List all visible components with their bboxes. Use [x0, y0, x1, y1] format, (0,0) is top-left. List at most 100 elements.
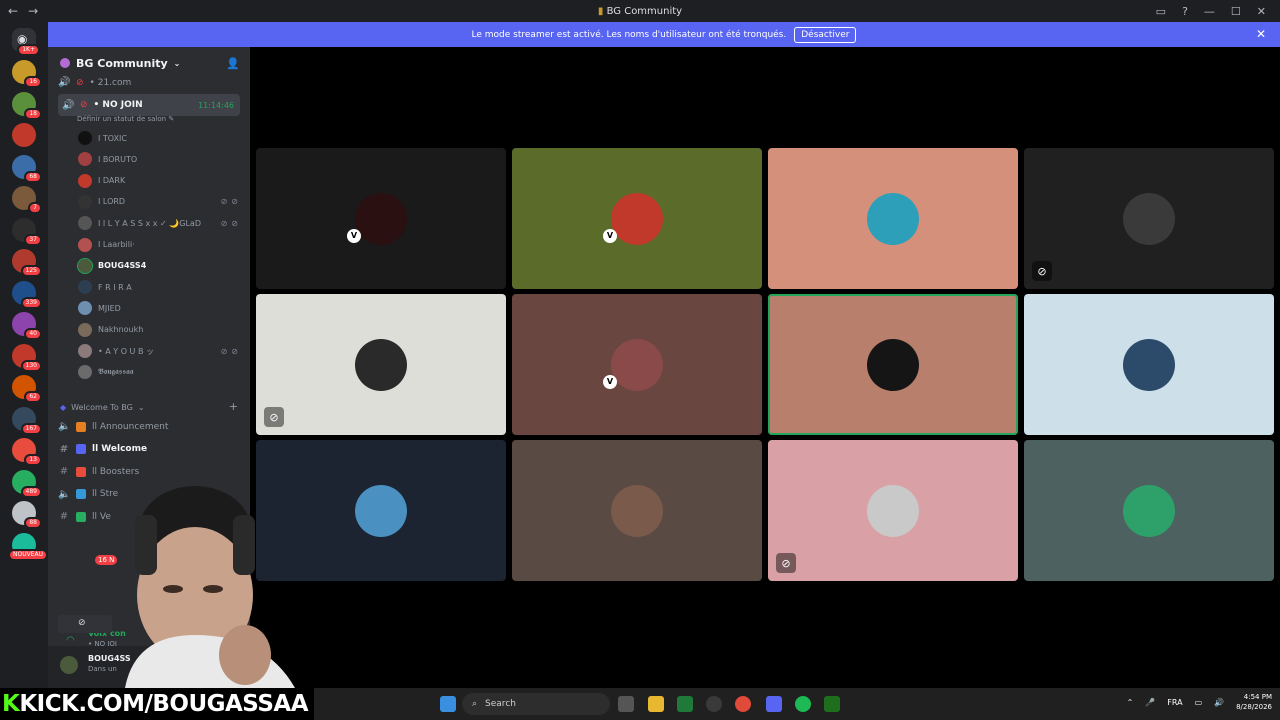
- app-icon[interactable]: [677, 696, 693, 712]
- avatar: V: [603, 192, 663, 245]
- participant-tile[interactable]: V: [256, 148, 506, 289]
- voice-user[interactable]: MJIED: [78, 301, 242, 316]
- streamer-mode-banner: Le mode streamer est activé. Les noms d'…: [48, 22, 1280, 47]
- participant-tile[interactable]: [768, 294, 1018, 435]
- chevron-up-icon[interactable]: ⌃: [1127, 698, 1134, 707]
- server-icon-button[interactable]: NOUVEAU: [8, 532, 48, 561]
- trophy-icon: ▮: [597, 5, 604, 17]
- chrome-icon[interactable]: [735, 696, 751, 712]
- voice-user[interactable]: 𝕭𝖔𝖚𝖌𝖆𝖘𝖘𝖆𝖆: [78, 365, 242, 380]
- voice-user[interactable]: F R I R A: [78, 280, 242, 295]
- server-icon-button[interactable]: 7: [12, 186, 42, 214]
- terminal-icon[interactable]: [824, 696, 840, 712]
- file-explorer-icon[interactable]: [648, 696, 664, 712]
- server-icon-button[interactable]: 37: [12, 217, 42, 246]
- user-name: I BORUTO: [98, 154, 138, 164]
- server-icon-button[interactable]: 18: [12, 91, 42, 120]
- text-channel[interactable]: 🔈 ll Announcement: [58, 421, 240, 432]
- spotify-icon[interactable]: [795, 696, 811, 712]
- participant-tile[interactable]: ⊘: [256, 294, 506, 435]
- participant-tile[interactable]: V: [512, 148, 762, 289]
- home-button[interactable]: ◉ 1K+: [12, 28, 40, 56]
- participant-tile[interactable]: ⊘: [1024, 148, 1274, 289]
- no-entry-icon: ⊘: [76, 77, 84, 88]
- voice-user[interactable]: I BORUTO: [78, 152, 242, 167]
- avatar: [867, 338, 919, 391]
- voice-channel-21[interactable]: 🔊 ⊘ • 21.com: [58, 77, 240, 88]
- server-icon-button[interactable]: 130: [12, 343, 42, 372]
- participant-tile[interactable]: V: [512, 294, 762, 435]
- forward-button[interactable]: →: [28, 4, 38, 18]
- channel-emoji-icon: [76, 421, 86, 432]
- participant-tile[interactable]: ⊘: [768, 440, 1018, 581]
- user-name: 𝕭𝖔𝖚𝖌𝖆𝖘𝖘𝖆𝖆: [98, 367, 134, 377]
- voice-user[interactable]: • A Y O U B ッ ⊘⊘: [78, 344, 242, 358]
- invite-icon[interactable]: 👤: [226, 57, 240, 70]
- server-icon-button[interactable]: 13: [12, 438, 42, 466]
- voice-user[interactable]: I DARK: [78, 173, 242, 188]
- voice-user[interactable]: I I L Y A S S x x ✓ 🌙GLaD ⊘⊘: [78, 216, 242, 231]
- discord-taskbar-icon[interactable]: [766, 696, 782, 712]
- voice-user[interactable]: BOUG4SS4: [77, 257, 242, 274]
- network-icon[interactable]: ▭: [1195, 698, 1203, 707]
- server-icon-button[interactable]: 489: [12, 469, 42, 498]
- voice-user[interactable]: I TOXIC: [78, 131, 242, 145]
- streamer-webcam-image: [125, 486, 295, 688]
- close-banner-icon[interactable]: ✕: [1256, 27, 1266, 41]
- channel-emoji-icon: [76, 444, 86, 454]
- muted-icon: ⊘: [1032, 261, 1052, 281]
- language-indicator[interactable]: FRA: [1167, 698, 1182, 707]
- text-channel[interactable]: # ll Welcome: [58, 444, 240, 455]
- channel-name: ll Announcement: [92, 421, 169, 432]
- voice-channel-no-join[interactable]: 🔊 ⊘ • NO JOIN 11:14:46: [58, 94, 240, 116]
- window-title: BG Community: [606, 5, 683, 17]
- server-icon-button[interactable]: 88: [12, 501, 42, 529]
- maximize-button[interactable]: ☐: [1231, 5, 1241, 18]
- voice-user[interactable]: Nakhnoukh: [78, 322, 242, 337]
- inbox-icon[interactable]: ▭: [1156, 5, 1166, 18]
- disable-streamer-button[interactable]: Désactiver: [794, 26, 857, 43]
- server-icon-button[interactable]: 16: [12, 60, 42, 88]
- back-button[interactable]: ←: [8, 4, 18, 18]
- help-icon[interactable]: ?: [1182, 5, 1188, 18]
- server-icon-button[interactable]: 339: [12, 280, 42, 309]
- home-badge: 1K+: [17, 44, 40, 56]
- close-window-button[interactable]: ✕: [1257, 5, 1266, 18]
- server-icon-button[interactable]: 167: [12, 406, 42, 435]
- avatar[interactable]: [60, 656, 78, 674]
- volume-icon[interactable]: 🔊: [1214, 698, 1224, 707]
- participant-tile[interactable]: [512, 440, 762, 581]
- taskbar-search[interactable]: ⌕ Search: [462, 693, 610, 715]
- participant-tile[interactable]: [1024, 294, 1274, 435]
- server-badge: 16: [24, 76, 42, 88]
- category-header[interactable]: ◆ Welcome To BG ⌄ +: [60, 401, 238, 412]
- server-icon-button[interactable]: 68: [12, 154, 42, 183]
- signal-icon: ◠: [66, 635, 75, 646]
- text-channel[interactable]: # ll Boosters: [58, 466, 240, 477]
- clock-date: 8/28/2026: [1236, 703, 1272, 711]
- avatar: [78, 322, 92, 337]
- voice-user[interactable]: I Laarbili·: [78, 237, 242, 252]
- no-video-icon[interactable]: ⊘: [78, 618, 86, 628]
- avatar: [867, 192, 919, 245]
- task-view-icon[interactable]: [618, 696, 634, 712]
- server-header[interactable]: BG Community ⌄ 👤: [48, 47, 250, 79]
- server-icon-button[interactable]: 62: [12, 375, 42, 403]
- windows-start-icon[interactable]: [440, 696, 456, 712]
- server-icon-button[interactable]: 125: [12, 249, 42, 277]
- add-channel-icon[interactable]: +: [229, 401, 238, 412]
- voice-user[interactable]: I LORD ⊘⊘: [78, 194, 242, 209]
- participant-tile[interactable]: [768, 148, 1018, 289]
- server-badge: 130: [20, 359, 42, 372]
- avatar: [77, 257, 93, 274]
- clock[interactable]: 4:54 PM 8/28/2026: [1236, 692, 1272, 712]
- channel-status-hint[interactable]: Définir un statut de salon ✎: [77, 115, 174, 123]
- minimize-button[interactable]: —: [1204, 5, 1215, 18]
- obs-icon[interactable]: [706, 696, 722, 712]
- participant-tile[interactable]: [1024, 440, 1274, 581]
- channel-name: ll Boosters: [92, 466, 140, 477]
- server-badge: 68: [24, 170, 42, 183]
- server-icon-button[interactable]: [12, 123, 36, 147]
- server-icon-button[interactable]: 40: [12, 312, 42, 340]
- mic-icon[interactable]: 🎤: [1145, 698, 1155, 707]
